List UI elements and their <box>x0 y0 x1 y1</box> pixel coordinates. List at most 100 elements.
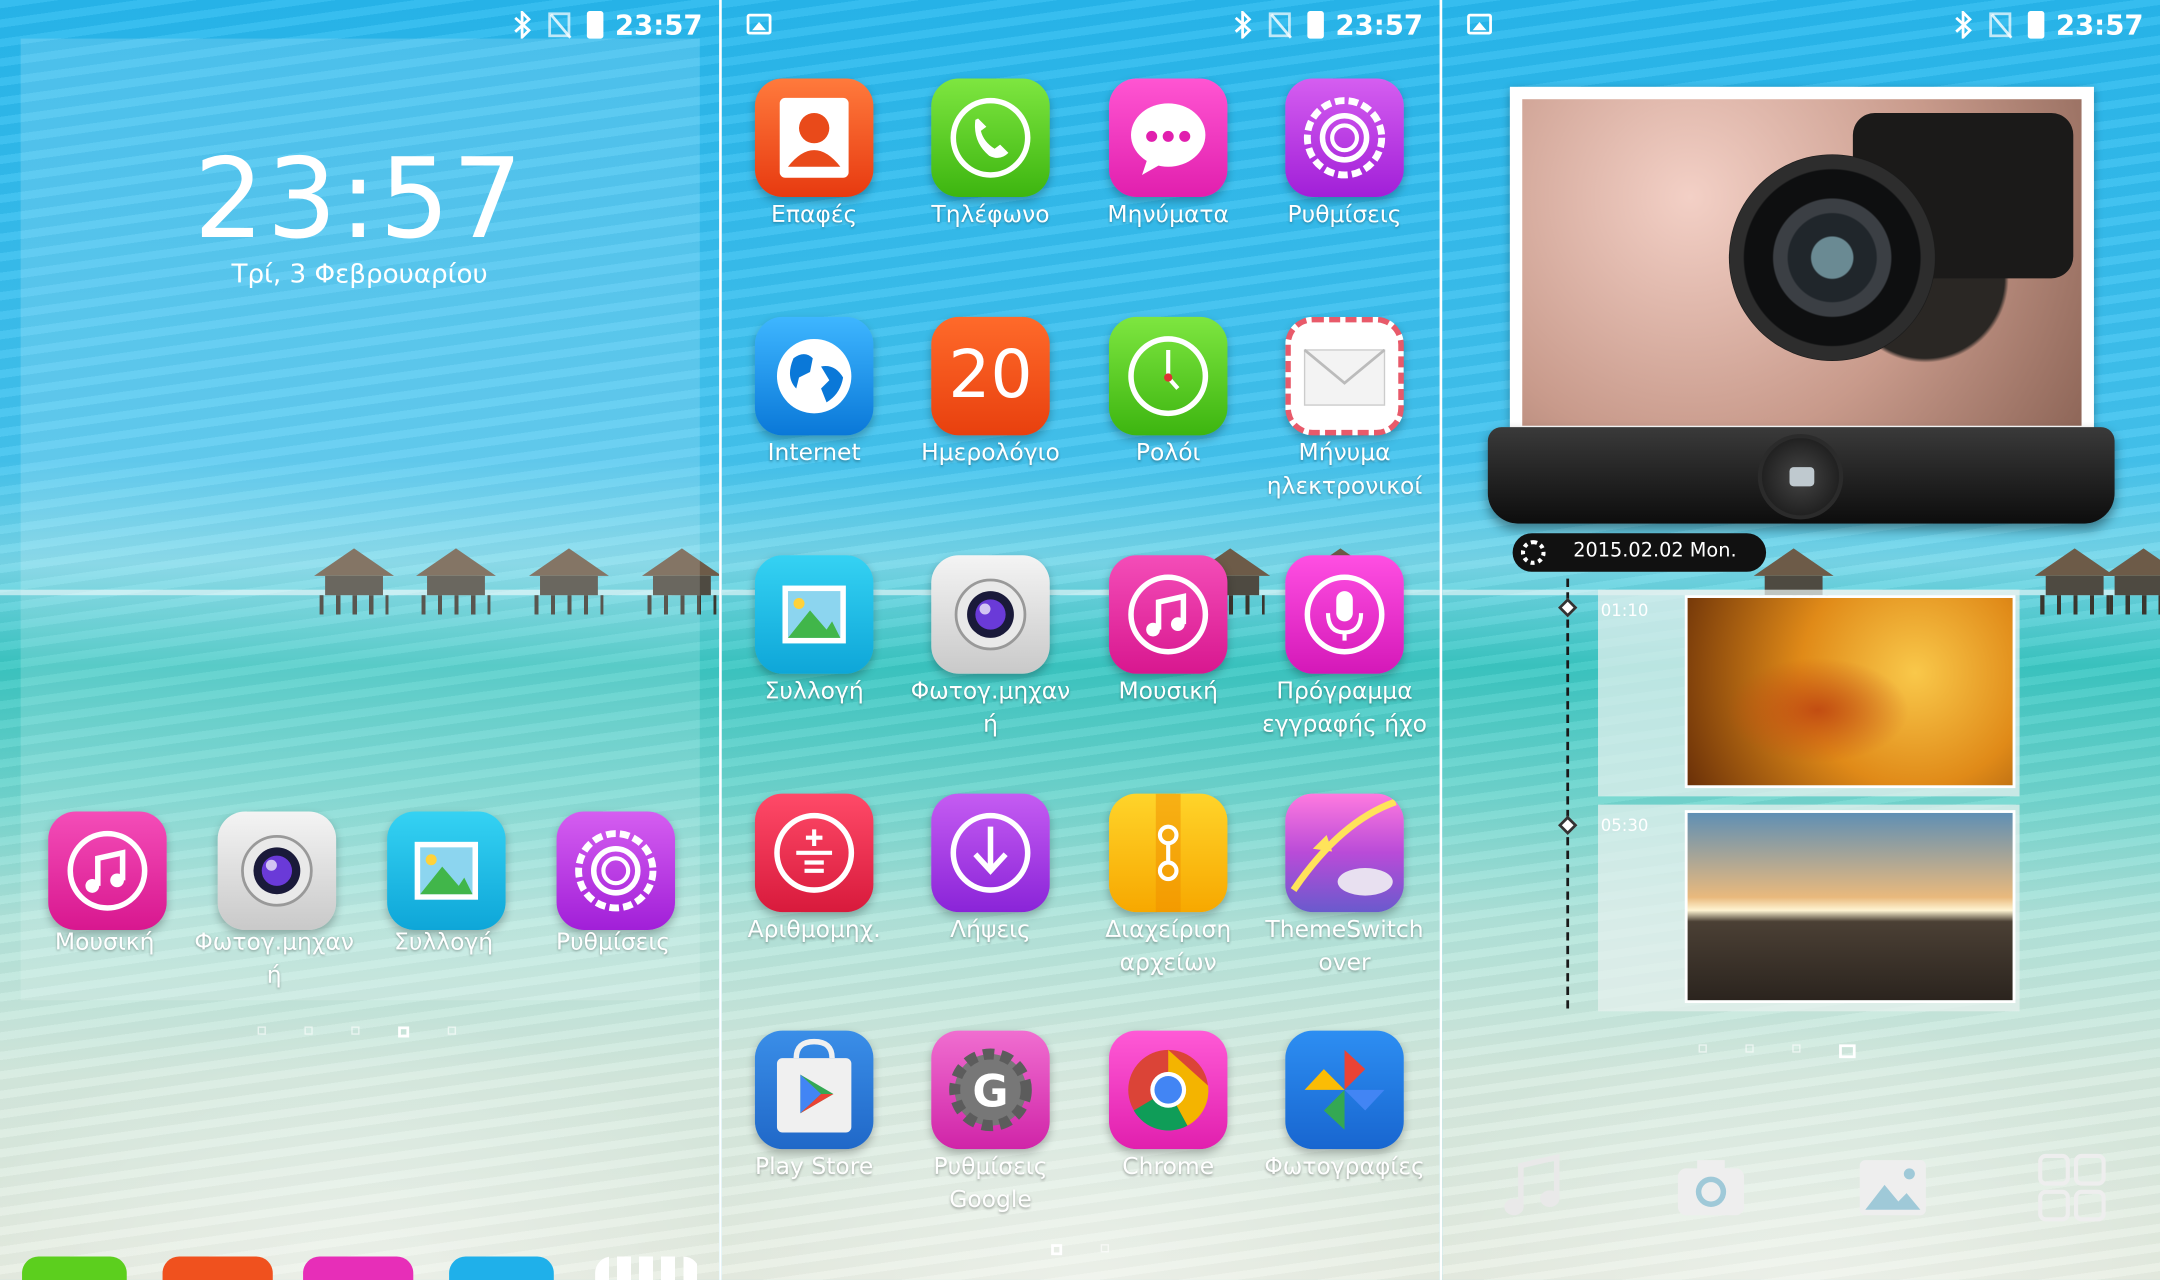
page-dot[interactable] <box>447 1026 456 1035</box>
app-label: ThemeSwitch over <box>1265 916 1424 977</box>
app-camera[interactable] <box>931 555 1050 674</box>
battery-icon <box>1307 11 1324 39</box>
timeline-time: 05:30 <box>1600 815 1649 835</box>
photo-frame[interactable] <box>1509 86 2094 439</box>
page-indicator <box>1698 1044 1856 1059</box>
timeline-card[interactable]: 01:10 <box>1598 589 2020 797</box>
lock-dock-music[interactable] <box>48 811 167 931</box>
no-sim-icon <box>548 12 571 38</box>
screenshot-stage: 23:57 23:57 Τρί, 3 Φεβρουαρίου Μουσική Φ… <box>0 0 2160 1280</box>
app-google-settings[interactable]: G <box>931 1030 1050 1150</box>
app-downloads[interactable] <box>931 793 1050 913</box>
image-shortcut-icon[interactable] <box>1857 1152 1929 1224</box>
app-voice-recorder[interactable] <box>1285 555 1404 674</box>
music-icon <box>67 830 148 911</box>
timeline-date[interactable]: 2015.02.02 Mon. <box>1512 533 1767 572</box>
timeline-time: 01:10 <box>1600 600 1649 621</box>
page-dot[interactable] <box>257 1026 266 1035</box>
bluetooth-icon <box>1955 11 1972 39</box>
lock-dock-label: Μουσική <box>54 928 155 957</box>
app-label: Μουσική <box>1118 677 1218 706</box>
refresh-icon[interactable] <box>1520 540 1546 565</box>
app-label: Ρυθμίσεις <box>1287 201 1402 229</box>
app-theme-switchover[interactable] <box>1285 793 1404 913</box>
page-dot[interactable] <box>1100 1244 1109 1253</box>
app-settings[interactable] <box>1285 78 1404 198</box>
status-time: 23:57 <box>1335 8 1424 42</box>
status-time: 23:57 <box>2055 8 2144 42</box>
page-dot[interactable] <box>351 1026 360 1035</box>
battery-icon <box>2027 11 2045 39</box>
file-manager-icon <box>1155 793 1181 913</box>
status-bar: 23:57 <box>722 0 1440 50</box>
page-dot[interactable] <box>1792 1044 1801 1053</box>
messages-icon <box>1131 103 1206 175</box>
lock-dock-camera[interactable] <box>217 811 337 931</box>
app-calendar[interactable]: 20 <box>931 316 1050 436</box>
page-indicator <box>1051 1244 1109 1256</box>
app-photos[interactable] <box>1285 1030 1404 1150</box>
lock-dock-gallery[interactable] <box>387 811 506 931</box>
chrome-icon <box>1128 1049 1209 1131</box>
timeline-card[interactable]: 05:30 <box>1598 804 2020 1012</box>
app-file-manager[interactable] <box>1108 793 1228 913</box>
google-settings-icon: G <box>949 1048 1032 1132</box>
app-chrome[interactable] <box>1108 1030 1228 1150</box>
screenshot-notification-icon <box>746 13 772 35</box>
app-clock[interactable] <box>1108 316 1228 436</box>
capture-button[interactable] <box>1757 434 1844 520</box>
peek-app-icon <box>449 1256 554 1280</box>
app-label: Internet <box>767 439 861 468</box>
app-label: Ρυθμίσεις Google <box>933 1153 1048 1214</box>
play-store-icon <box>776 1038 852 1133</box>
page-dot[interactable] <box>1745 1044 1754 1053</box>
timeline-photo[interactable] <box>1684 810 2016 1004</box>
app-calculator[interactable] <box>754 793 874 913</box>
app-messages[interactable] <box>1108 78 1228 198</box>
camera-photo <box>1522 99 2082 426</box>
screenshot-notification-icon <box>1467 13 1492 35</box>
calendar-date-badge: 20 <box>948 336 1033 414</box>
page-dot[interactable] <box>304 1026 313 1035</box>
app-gallery[interactable] <box>754 555 874 674</box>
calculator-icon <box>774 812 855 893</box>
timeline-photo[interactable] <box>1684 595 2016 789</box>
app-label: Φωτογραφίες <box>1264 1153 1425 1181</box>
app-grid-icon[interactable] <box>2036 1152 2108 1224</box>
app-phone[interactable] <box>931 78 1050 198</box>
app-contacts[interactable] <box>754 78 874 198</box>
app-music[interactable] <box>1108 555 1228 674</box>
bluetooth-icon <box>514 11 531 39</box>
app-internet[interactable] <box>754 316 874 436</box>
app-label: Play Store <box>755 1153 874 1181</box>
page-dot[interactable] <box>1698 1044 1707 1053</box>
lock-screen-panel: 23:57 23:57 Τρί, 3 Φεβρουαρίου Μουσική Φ… <box>0 0 720 1280</box>
camera-icon <box>954 578 1027 651</box>
hut-decoration <box>2103 548 2160 617</box>
app-play-store[interactable] <box>754 1030 874 1150</box>
page-dot-active[interactable] <box>1839 1044 1856 1059</box>
timeline-line <box>1566 578 1570 1009</box>
peek-app-icon <box>595 1256 700 1280</box>
bluetooth-icon <box>1234 11 1252 39</box>
music-note-icon[interactable] <box>1496 1152 1568 1224</box>
no-sim-icon <box>1989 12 2012 38</box>
camera-shortcut-icon[interactable] <box>1675 1152 1747 1224</box>
phone-icon <box>950 97 1031 178</box>
page-dot-active[interactable] <box>398 1026 410 1038</box>
peek-app-icon <box>303 1256 414 1280</box>
page-dot-active[interactable] <box>1051 1244 1063 1256</box>
app-label: Μήνυμα ηλεκτρονικοί <box>1266 439 1423 501</box>
svg-text:G: G <box>972 1066 1008 1117</box>
gallery-icon <box>782 585 846 644</box>
app-label: Chrome <box>1122 1153 1215 1181</box>
contacts-icon <box>779 97 849 178</box>
app-label: Ρολόι <box>1135 439 1201 468</box>
app-email[interactable] <box>1285 316 1404 436</box>
lock-clock: 23:57 <box>193 135 526 264</box>
status-bar: 23:57 <box>1442 0 2160 50</box>
settings-icon <box>1303 97 1386 179</box>
lock-dock-settings[interactable] <box>556 811 676 931</box>
camera-icon <box>241 834 313 907</box>
status-bar: 23:57 <box>0 0 719 50</box>
